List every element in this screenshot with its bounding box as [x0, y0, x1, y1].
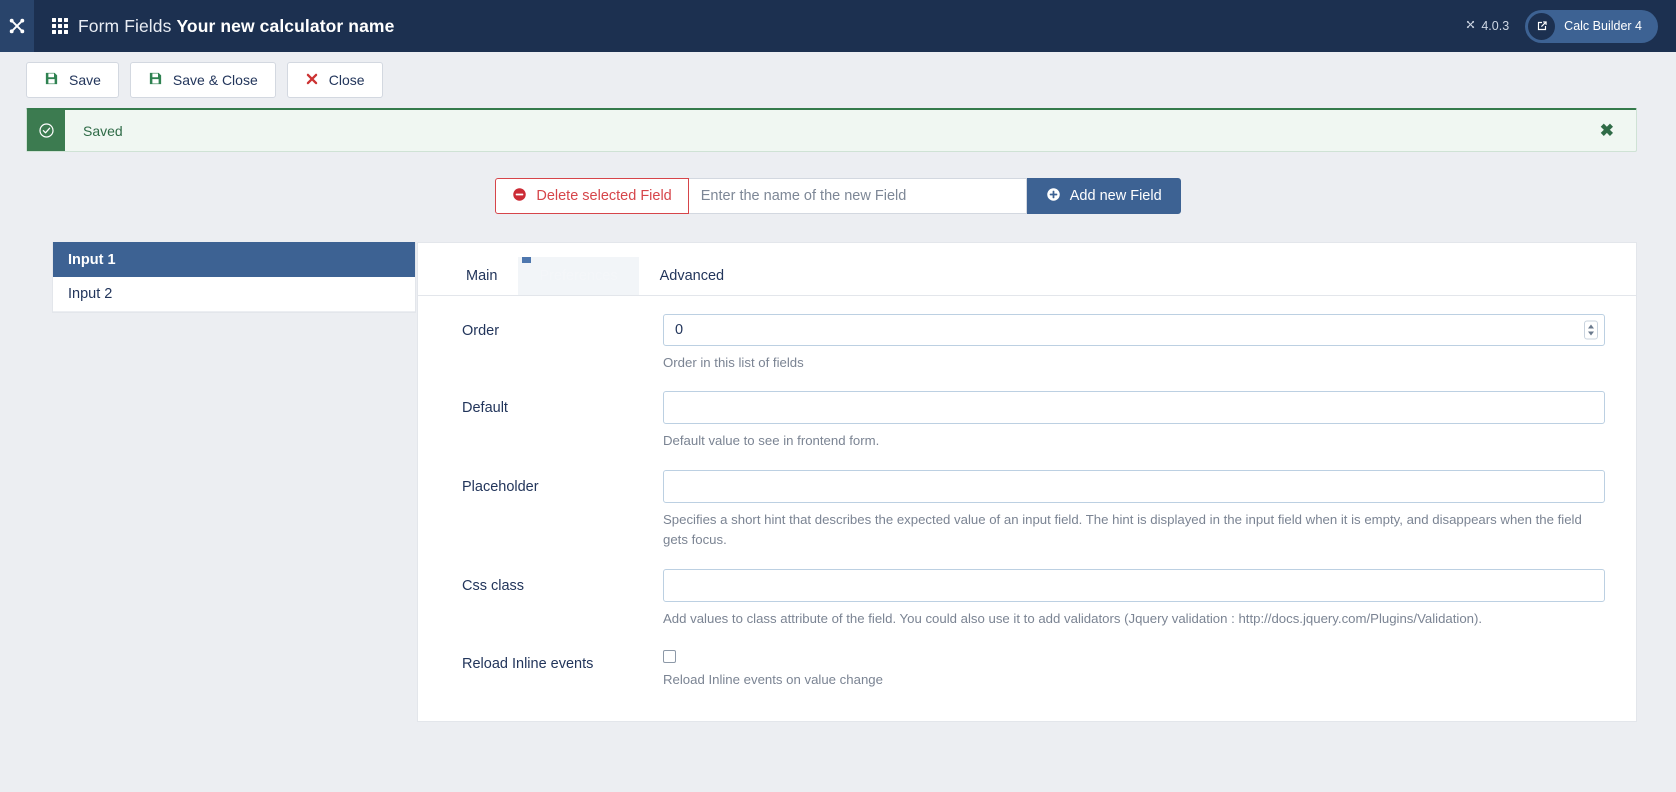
form-row-css-class: Css class Add values to class attribute …	[418, 568, 1636, 629]
x-mark-icon	[305, 72, 319, 89]
alert-container: Saved ✖	[0, 108, 1676, 152]
field-list-item-label: Input 2	[68, 286, 113, 302]
reload-inline-events-control: Reload Inline events on value change	[663, 647, 1605, 690]
alert-close-button[interactable]: ✖	[1594, 110, 1620, 151]
field-list-item-label: Input 1	[68, 251, 116, 268]
save-and-close-button-label: Save & Close	[172, 72, 258, 88]
floppy-disk-icon	[44, 71, 59, 89]
alert-message: Saved	[83, 122, 123, 139]
joomla-logo-icon[interactable]	[0, 0, 34, 52]
order-help-text: Order in this list of fields	[663, 355, 804, 370]
form-row-order: Order Order in this list of fields	[418, 314, 1636, 373]
external-link-icon	[1528, 12, 1556, 40]
floppy-disk-icon	[148, 71, 163, 89]
grid-menu-icon[interactable]	[52, 18, 68, 34]
form-row-placeholder: Placeholder Specifies a short hint that …	[418, 469, 1636, 551]
joomla-version: 4.0.3	[1465, 19, 1509, 33]
reload-inline-events-help-text: Reload Inline events on value change	[663, 672, 883, 688]
field-settings-panel: Main Preferences Advanced Order Order in…	[417, 242, 1637, 722]
order-label: Order	[462, 323, 500, 339]
field-actions-group: Delete selected Field Add new Field	[495, 178, 1181, 214]
default-control: Default value to see in frontend form.	[663, 391, 1605, 451]
tab-preferences[interactable]: Preferences	[518, 257, 639, 295]
delete-selected-field-button[interactable]: Delete selected Field	[495, 178, 689, 214]
default-input[interactable]	[663, 391, 1605, 425]
joomla-mark-icon	[1465, 19, 1476, 33]
close-button[interactable]: Close	[286, 62, 383, 98]
plus-circle-icon	[1046, 187, 1061, 206]
reload-inline-events-checkbox[interactable]	[663, 650, 676, 664]
calc-builder-label: Calc Builder 4	[1564, 19, 1642, 33]
page-title-name: Your new calculator name	[176, 15, 395, 36]
header-title-group: Form Fields Your new calculator name	[52, 16, 394, 37]
placeholder-help-text: Specifies a short hint that describes th…	[663, 511, 1582, 548]
save-button-label: Save	[69, 72, 101, 88]
field-list-item-input-2[interactable]: Input 2	[53, 277, 415, 312]
default-label: Default	[462, 400, 508, 417]
add-new-field-label: Add new Field	[1069, 188, 1162, 204]
toolbar: Save Save & Close Close	[0, 52, 1676, 108]
save-button[interactable]: Save	[26, 62, 119, 98]
close-button-label: Close	[328, 72, 365, 88]
placeholder-input[interactable]	[663, 469, 1605, 503]
css-class-help-text: Add values to class attribute of the fie…	[663, 610, 1483, 626]
order-number-wrap	[663, 314, 1605, 346]
placeholder-label: Placeholder	[462, 478, 539, 495]
page-title: Form Fields Your new calculator name	[78, 16, 394, 37]
save-and-close-button[interactable]: Save & Close	[129, 62, 276, 98]
chevron-up-icon	[1588, 324, 1594, 329]
order-input[interactable]	[663, 314, 1605, 346]
main-content: Input 1 Input 2 Main Preferences Advance…	[52, 242, 1637, 722]
css-class-input[interactable]	[663, 568, 1605, 602]
minus-circle-icon	[512, 187, 527, 206]
css-class-label: Css class	[462, 577, 525, 594]
new-field-name-input[interactable]	[688, 178, 1027, 214]
reload-inline-events-label: Reload Inline events	[462, 656, 594, 673]
delete-selected-field-label: Delete selected Field	[536, 188, 672, 204]
order-control: Order in this list of fields	[663, 314, 1605, 373]
success-alert: Saved ✖	[26, 108, 1637, 152]
app-header: Form Fields Your new calculator name 4.0…	[0, 0, 1676, 52]
form-row-reload-inline-events: Reload Inline events Reload Inline event…	[418, 647, 1636, 690]
check-circle-icon	[27, 110, 65, 151]
tab-advanced[interactable]: Advanced	[639, 257, 746, 295]
tab-main[interactable]: Main	[445, 257, 518, 295]
field-list-item-input-1[interactable]: Input 1	[53, 242, 415, 277]
chevron-down-icon	[1588, 331, 1594, 336]
page-title-prefix: Form Fields	[78, 15, 172, 36]
settings-tabs: Main Preferences Advanced	[418, 243, 1636, 296]
header-right-group: 4.0.3 Calc Builder 4	[1465, 0, 1658, 52]
placeholder-control: Specifies a short hint that describes th…	[663, 469, 1605, 551]
calc-builder-button[interactable]: Calc Builder 4	[1525, 9, 1658, 43]
form-row-default: Default Default value to see in frontend…	[418, 391, 1636, 451]
field-list: Input 1 Input 2	[52, 242, 416, 313]
default-help-text: Default value to see in frontend form.	[663, 433, 880, 449]
field-actions-bar: Delete selected Field Add new Field	[0, 178, 1676, 214]
joomla-version-number: 4.0.3	[1481, 19, 1510, 33]
order-stepper[interactable]	[1584, 320, 1598, 340]
add-new-field-button[interactable]: Add new Field	[1026, 178, 1181, 214]
css-class-control: Add values to class attribute of the fie…	[663, 568, 1605, 629]
